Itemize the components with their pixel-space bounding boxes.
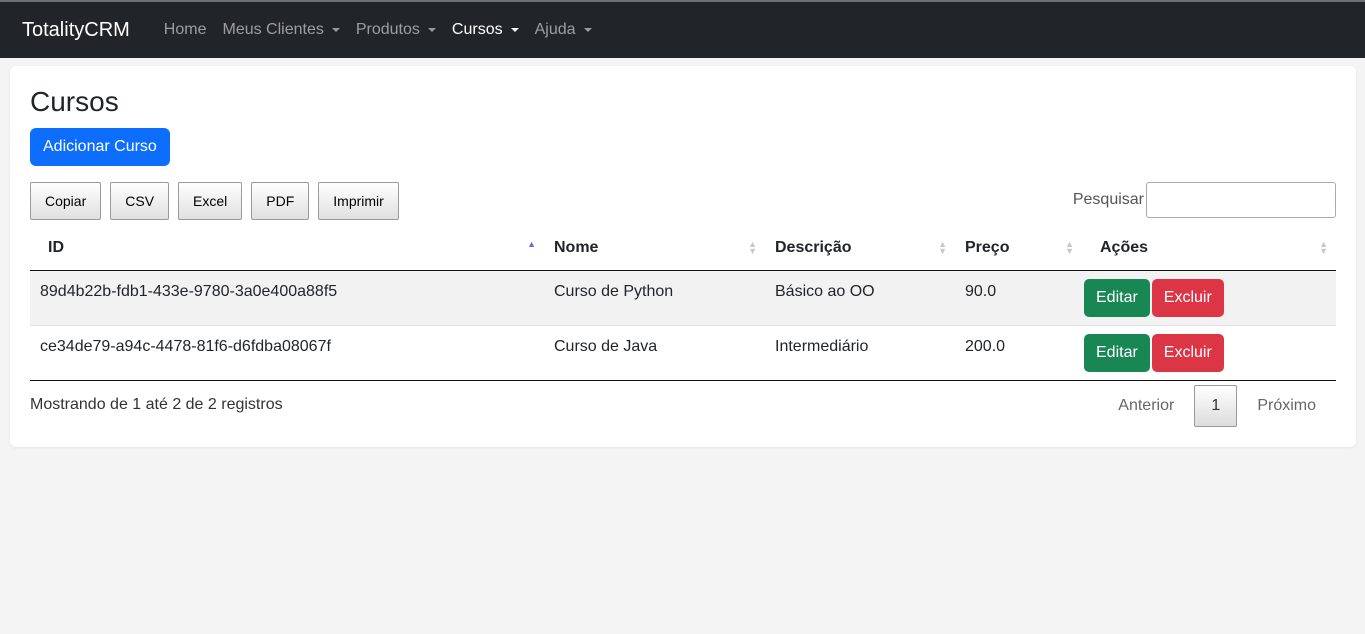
- cell-acoes: Editar Excluir: [1082, 270, 1336, 326]
- nav-item-produtos[interactable]: Produtos: [356, 21, 436, 39]
- courses-table: ID ▲▼ Nome ▲▼ Descrição ▲▼ Preço ▲▼ Açõe…: [30, 226, 1336, 381]
- caret-down-icon: [583, 28, 592, 32]
- column-header-preco[interactable]: Preço ▲ ▼: [955, 226, 1082, 271]
- page-button-1[interactable]: 1: [1194, 385, 1238, 427]
- cell-nome: Curso de Java: [544, 325, 765, 381]
- column-header-id[interactable]: ID ▲▼: [30, 226, 544, 271]
- edit-button[interactable]: Editar: [1084, 278, 1150, 317]
- column-header-label: Ações: [1100, 238, 1149, 256]
- column-header-label: Descrição: [775, 238, 852, 256]
- table-row: 89d4b22b-fdb1-433e-9780-3a0e400a88f5 Cur…: [30, 270, 1336, 326]
- csv-button[interactable]: CSV: [110, 182, 170, 220]
- pagination: Anterior 1 Próximo: [1098, 385, 1336, 427]
- nav-item-cursos[interactable]: Cursos: [452, 21, 519, 39]
- cell-acoes: Editar Excluir: [1082, 325, 1336, 381]
- nav-item-meus-clientes[interactable]: Meus Clientes: [222, 21, 340, 39]
- column-header-descricao[interactable]: Descrição ▲ ▼: [765, 226, 955, 271]
- column-header-label: Preço: [965, 238, 1010, 256]
- nav-item-label: Ajuda: [534, 21, 576, 38]
- table-info: Mostrando de 1 até 2 de 2 registros: [30, 396, 283, 413]
- print-button[interactable]: Imprimir: [318, 182, 399, 220]
- column-header-acoes[interactable]: Ações ▲ ▼: [1082, 226, 1336, 271]
- nav-item-ajuda[interactable]: Ajuda: [535, 21, 592, 39]
- column-header-label: Nome: [554, 238, 599, 256]
- caret-down-icon: [427, 28, 436, 32]
- delete-button[interactable]: Excluir: [1151, 333, 1224, 372]
- navbar: TotalityCRM Home Meus Clientes Produtos …: [0, 0, 1365, 58]
- nav-menu: Home Meus Clientes Produtos Cursos Ajuda: [164, 21, 608, 39]
- cell-preco: 90.0: [955, 270, 1082, 326]
- column-header-nome[interactable]: Nome ▲ ▼: [544, 226, 765, 271]
- cell-descricao: Básico ao OO: [765, 270, 955, 326]
- sort-icon: ▲▼: [1319, 238, 1328, 256]
- sort-icon: ▲▼: [1065, 238, 1074, 256]
- search-label: Pesquisar: [1072, 191, 1144, 208]
- previous-page-button[interactable]: Anterior: [1098, 397, 1194, 415]
- table-header-row: ID ▲▼ Nome ▲▼ Descrição ▲▼ Preço ▲▼ Açõe…: [30, 226, 1336, 271]
- delete-button[interactable]: Excluir: [1151, 278, 1224, 317]
- cell-id: 89d4b22b-fdb1-433e-9780-3a0e400a88f5: [30, 270, 544, 326]
- content-card: Cursos Adicionar Curso Copiar CSV Excel …: [10, 66, 1356, 447]
- nav-item-label: Cursos: [451, 21, 503, 38]
- nav-item-home[interactable]: Home: [164, 21, 207, 39]
- table-row: ce34de79-a94c-4478-81f6-d6fdba08067f Cur…: [30, 325, 1336, 381]
- add-course-button[interactable]: Adicionar Curso: [30, 128, 170, 166]
- search-input[interactable]: [1146, 182, 1336, 218]
- sort-icon: ▲▼: [527, 238, 536, 249]
- nav-item-label: Produtos: [355, 21, 420, 38]
- excel-button[interactable]: Excel: [178, 182, 243, 220]
- brand-logo[interactable]: TotalityCRM: [22, 19, 130, 42]
- nav-item-label: Home: [163, 21, 207, 38]
- search-box: Pesquisar: [1073, 182, 1336, 218]
- cell-descricao: Intermediário: [765, 325, 955, 381]
- cell-nome: Curso de Python: [544, 270, 765, 326]
- cell-id: ce34de79-a94c-4478-81f6-d6fdba08067f: [30, 325, 544, 381]
- caret-down-icon: [510, 28, 519, 32]
- edit-button[interactable]: Editar: [1084, 333, 1150, 372]
- caret-down-icon: [331, 28, 340, 32]
- next-page-button[interactable]: Próximo: [1237, 397, 1336, 415]
- copy-button[interactable]: Copiar: [30, 182, 102, 220]
- column-header-label: ID: [48, 238, 64, 256]
- sort-icon: ▲▼: [748, 238, 757, 256]
- pdf-button[interactable]: PDF: [251, 182, 310, 220]
- cell-preco: 200.0: [955, 325, 1082, 381]
- nav-item-label: Meus Clientes: [222, 21, 324, 38]
- sort-icon: ▲▼: [938, 238, 947, 256]
- export-toolbar: Copiar CSV Excel PDF Imprimir: [30, 182, 408, 220]
- page-title: Cursos: [30, 86, 119, 117]
